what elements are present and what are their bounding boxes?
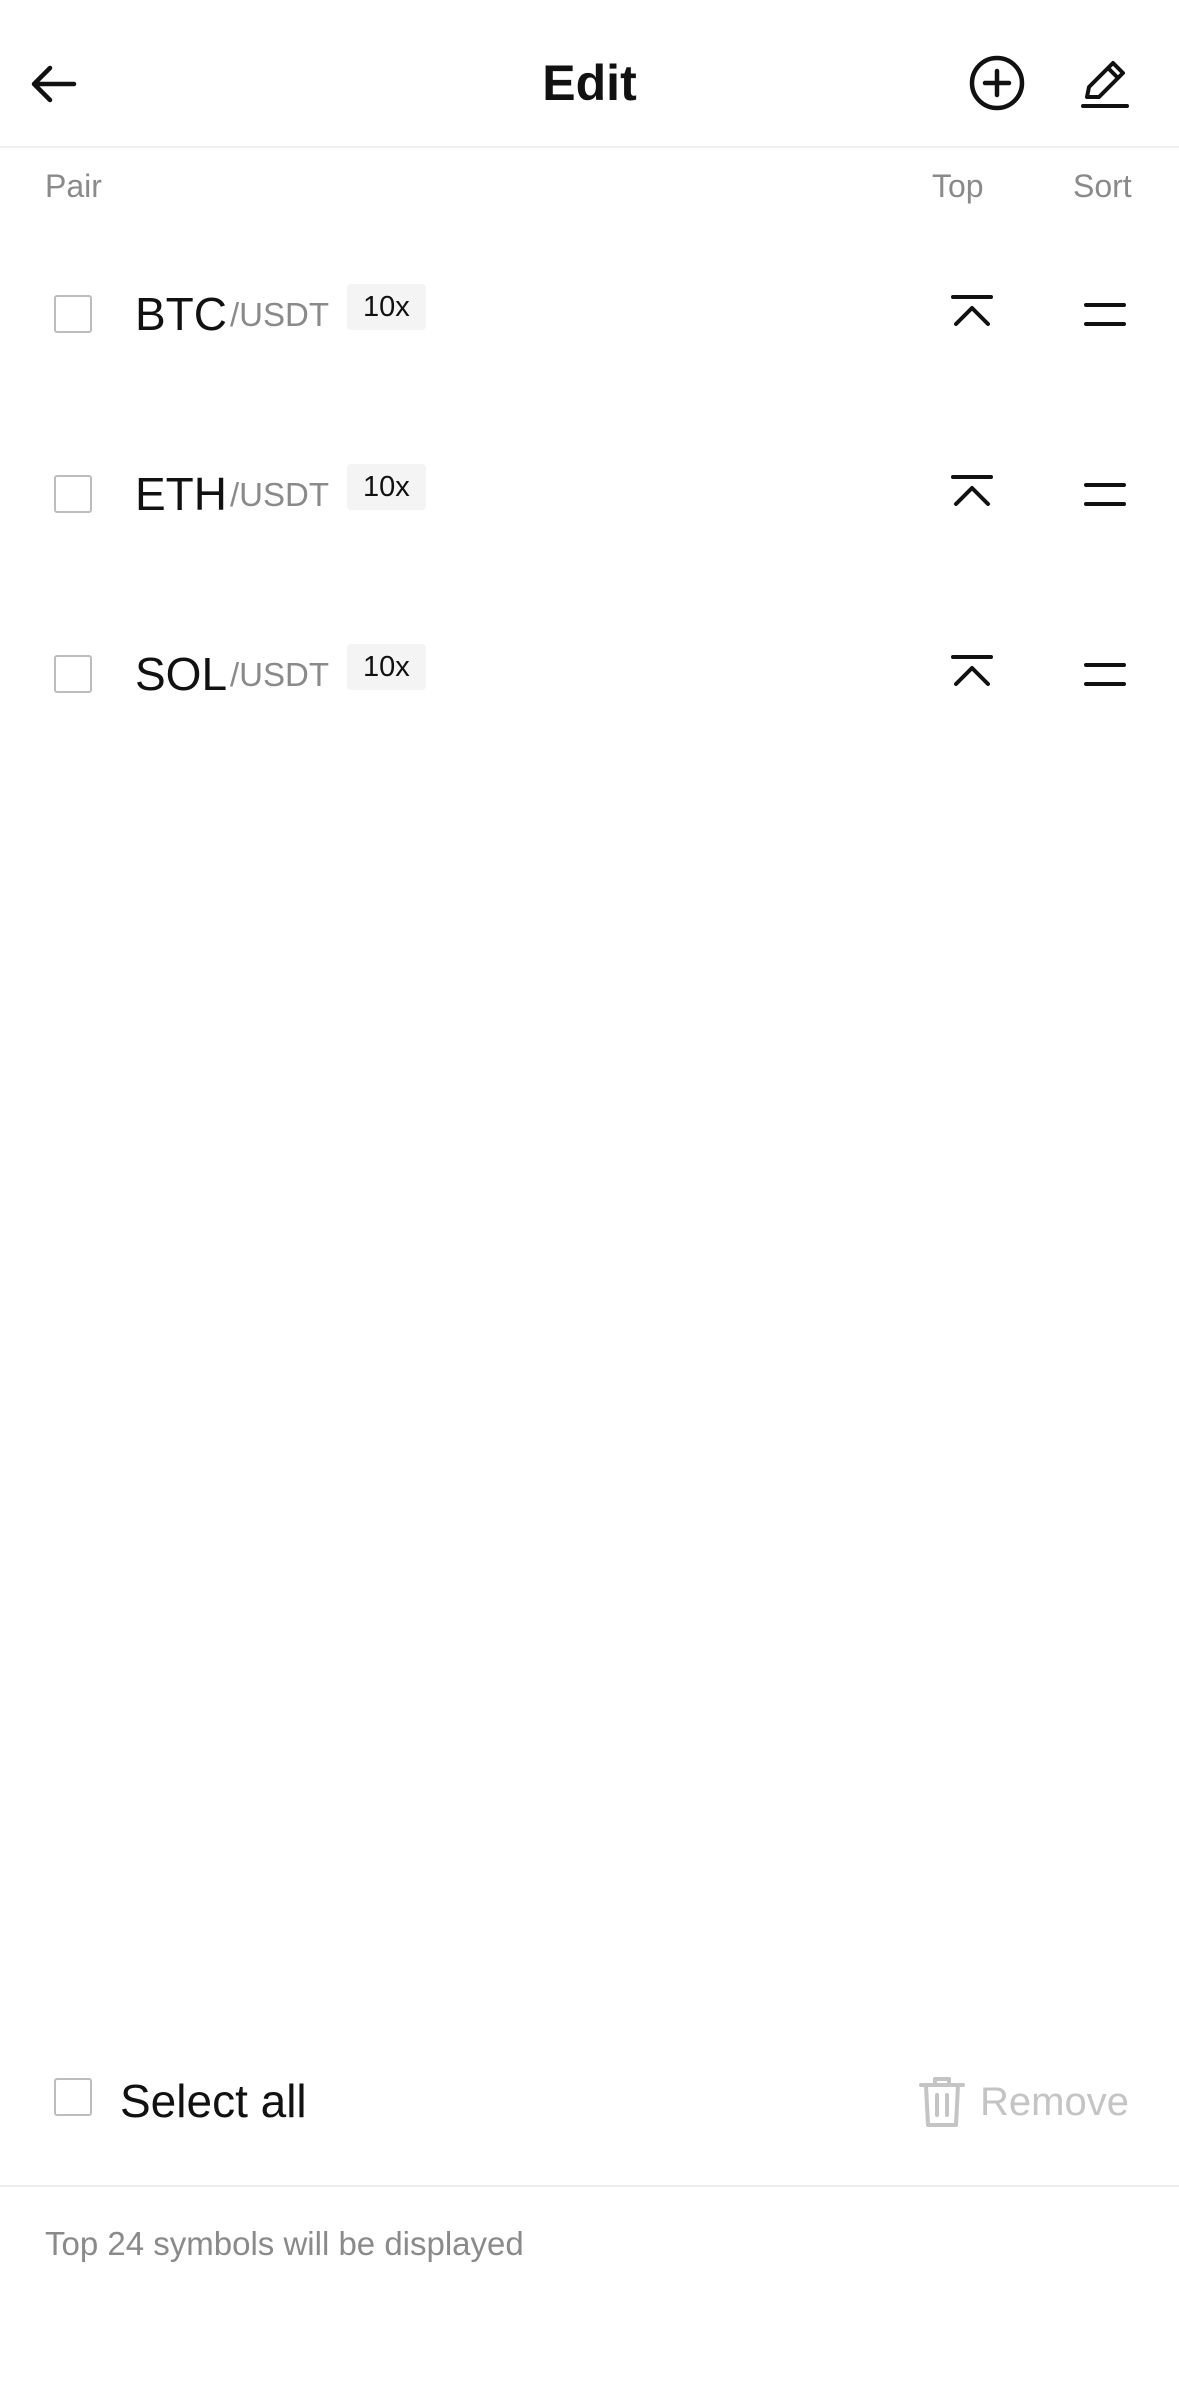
pair-row-eth: ETH /USDT 10x <box>0 434 1179 554</box>
pair-base: ETH <box>135 468 227 520</box>
pin-to-top-icon <box>951 655 993 686</box>
pin-to-top-button[interactable] <box>942 462 1002 522</box>
leverage-badge: 10x <box>347 464 426 510</box>
drag-handle-icon <box>1084 663 1126 686</box>
pin-to-top-icon <box>951 475 993 506</box>
pair-base: BTC <box>135 288 227 340</box>
select-all-label[interactable]: Select all <box>120 2072 307 2130</box>
drag-handle[interactable] <box>1075 284 1135 344</box>
drag-handle[interactable] <box>1075 464 1135 524</box>
pin-to-top-button[interactable] <box>942 282 1002 342</box>
drag-handle-icon <box>1084 303 1126 326</box>
leverage-badge: 10x <box>347 284 426 330</box>
pin-to-top-button[interactable] <box>942 642 1002 702</box>
pair-row-btc: BTC /USDT 10x <box>0 254 1179 374</box>
drag-handle-icon <box>1084 483 1126 506</box>
pair-row-sol: SOL /USDT 10x <box>0 614 1179 734</box>
top-app-bar: Edit <box>0 0 1179 148</box>
select-all-checkbox[interactable] <box>54 2078 92 2116</box>
display-limit-note: Top 24 symbols will be displayed <box>45 2225 524 2262</box>
drag-handle[interactable] <box>1075 644 1135 704</box>
trash-icon <box>919 2077 965 2127</box>
edit-button[interactable] <box>1072 50 1138 116</box>
pencil-icon <box>1081 61 1129 108</box>
column-header-top: Top <box>932 168 984 204</box>
pair-quote: /USDT <box>230 656 329 693</box>
remove-label: Remove <box>980 2079 1129 2124</box>
pin-to-top-icon <box>951 295 993 326</box>
pair-base: SOL <box>135 648 228 700</box>
row-checkbox[interactable] <box>54 655 92 693</box>
column-header-sort: Sort <box>1073 168 1132 204</box>
row-checkbox[interactable] <box>54 295 92 333</box>
row-checkbox[interactable] <box>54 475 92 513</box>
plus-circle-icon <box>969 55 1025 111</box>
pair-quote: /USDT <box>230 476 329 513</box>
bulk-action-bar: Select all Remove <box>0 2052 1179 2187</box>
leverage-badge: 10x <box>347 644 426 690</box>
add-pair-button[interactable] <box>964 50 1030 116</box>
pair-quote: /USDT <box>230 296 329 333</box>
column-header-pair: Pair <box>45 168 102 204</box>
remove-button[interactable]: Remove <box>918 2072 1129 2132</box>
